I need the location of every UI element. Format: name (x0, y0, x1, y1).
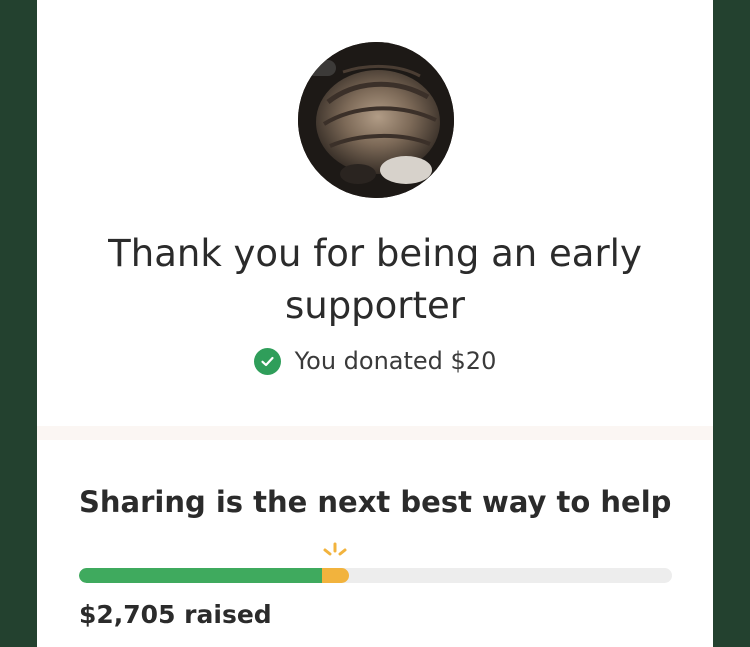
donation-confirmation-card: Thank you for being an early supporter Y… (37, 0, 713, 647)
share-heading: Sharing is the next best way to help (79, 485, 672, 519)
fundraising-progress-bar (79, 568, 672, 583)
sparkle-icon (323, 542, 347, 556)
thank-you-title: Thank you for being an early supporter (108, 232, 642, 327)
progress-raised-fill (79, 568, 323, 583)
section-divider (37, 426, 713, 440)
cat-photo (298, 42, 454, 198)
amount-raised: $2,705 raised (79, 600, 272, 629)
progress-new-donation-fill (322, 568, 349, 583)
donation-amount-text: You donated $20 (294, 347, 497, 375)
campaign-avatar (298, 42, 454, 198)
donation-confirmation: You donated $20 (37, 347, 713, 375)
check-circle-icon (253, 347, 281, 375)
